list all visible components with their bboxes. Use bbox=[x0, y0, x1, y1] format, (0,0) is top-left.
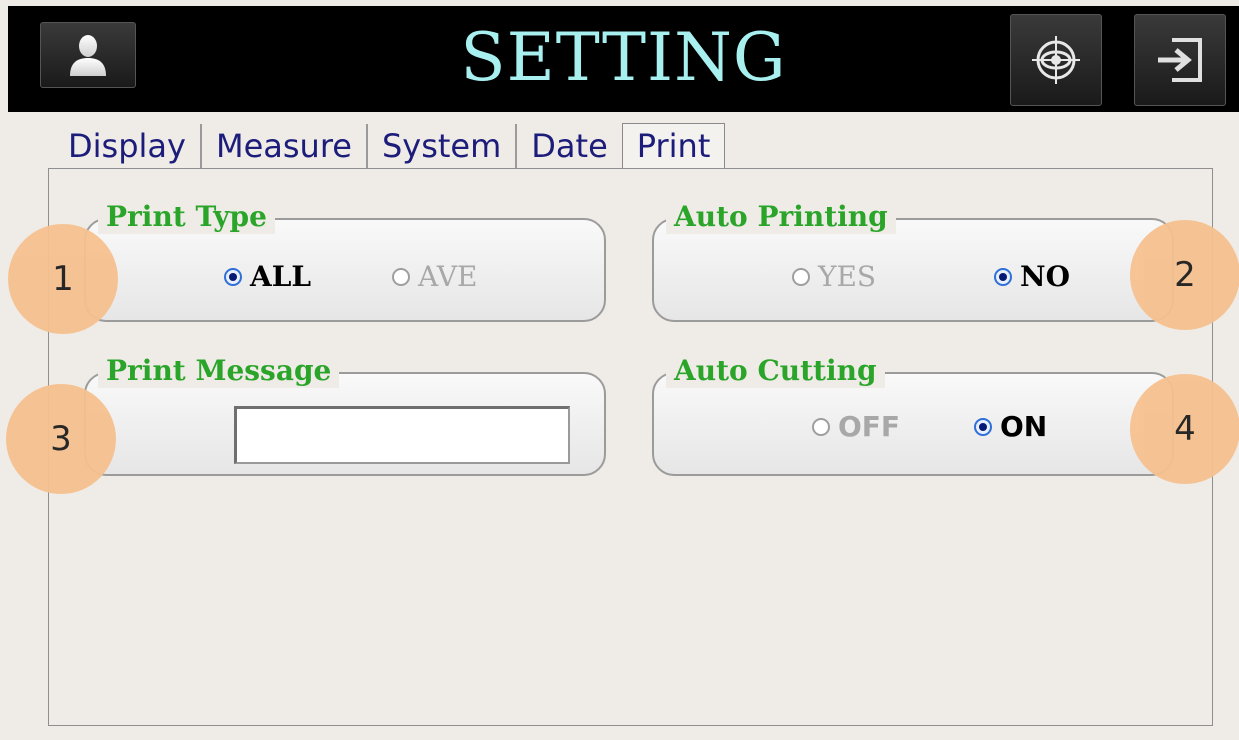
radio-selected-icon bbox=[224, 267, 242, 286]
print-type-label: Print Type bbox=[98, 200, 275, 234]
radio-unselected-icon bbox=[792, 267, 810, 286]
auto-printing-no-radio[interactable]: NO bbox=[994, 260, 1070, 293]
radio-selected-icon bbox=[994, 267, 1012, 286]
auto-cutting-group: Auto Cutting OFF ON bbox=[652, 354, 1174, 476]
callout-3: 3 bbox=[6, 384, 116, 494]
tab-bar: Display Measure System Date Print bbox=[58, 122, 726, 176]
auto-printing-group: Auto Printing YES NO bbox=[652, 200, 1174, 322]
print-type-all-radio[interactable]: ALL bbox=[224, 260, 311, 293]
tab-date[interactable]: Date bbox=[517, 124, 621, 168]
print-type-ave-radio[interactable]: AVE bbox=[392, 260, 478, 293]
header-bar: SETTING bbox=[8, 6, 1239, 112]
print-message-input[interactable] bbox=[234, 406, 570, 464]
exit-icon bbox=[1158, 38, 1202, 82]
radio-unselected-icon bbox=[392, 267, 410, 286]
auto-printing-label: Auto Printing bbox=[666, 200, 896, 234]
target-button[interactable] bbox=[1010, 14, 1102, 106]
radio-selected-icon bbox=[974, 417, 992, 436]
auto-cutting-on-radio[interactable]: ON bbox=[974, 410, 1047, 443]
auto-cutting-off-radio[interactable]: OFF bbox=[812, 410, 900, 443]
exit-button[interactable] bbox=[1134, 14, 1226, 106]
tab-display[interactable]: Display bbox=[58, 124, 202, 168]
callout-1: 1 bbox=[8, 224, 118, 334]
tab-system[interactable]: System bbox=[368, 124, 518, 168]
radio-unselected-icon bbox=[812, 417, 830, 436]
print-message-group: Print Message bbox=[84, 354, 606, 476]
tab-measure[interactable]: Measure bbox=[202, 124, 368, 168]
auto-printing-yes-radio[interactable]: YES bbox=[792, 260, 876, 293]
callout-4: 4 bbox=[1130, 374, 1239, 484]
auto-cutting-label: Auto Cutting bbox=[666, 354, 885, 388]
target-icon bbox=[1032, 36, 1080, 84]
print-type-group: Print Type ALL AVE bbox=[84, 200, 606, 322]
callout-2: 2 bbox=[1130, 220, 1239, 330]
print-message-label: Print Message bbox=[98, 354, 340, 388]
